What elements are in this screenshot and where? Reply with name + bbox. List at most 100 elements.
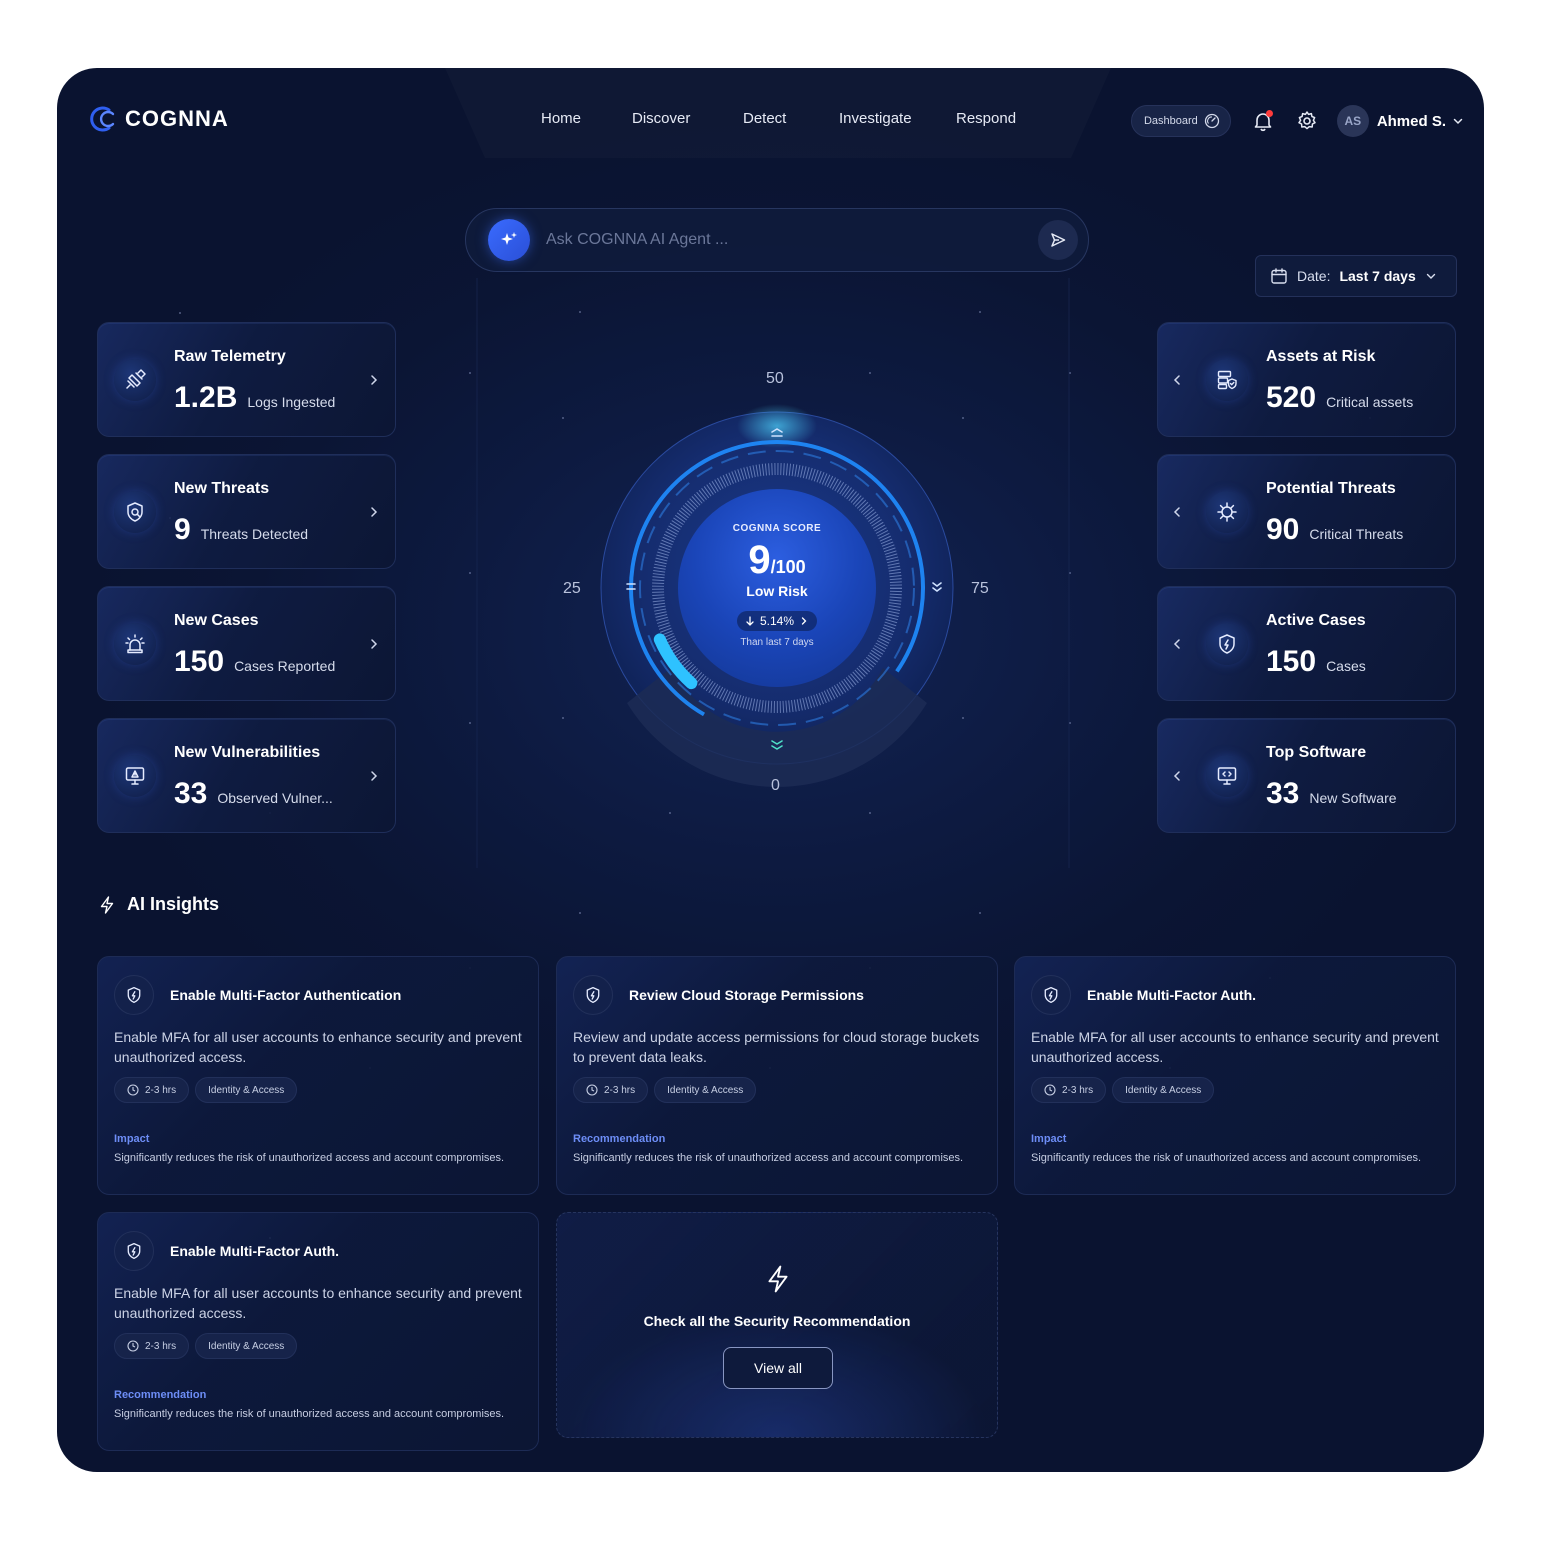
- stat-title: New Vulnerabilities: [174, 744, 321, 761]
- user-avatar[interactable]: AS: [1336, 105, 1369, 137]
- stat-card-potential-threats[interactable]: Potential Threats 90 Critical Threats: [1157, 454, 1456, 569]
- score-summary: COGNNA SCORE 9/100 Low Risk 5.14% Than l…: [677, 523, 877, 648]
- date-filter-prefix: Date:: [1297, 268, 1331, 284]
- ai-insights-title: AI Insights: [127, 894, 220, 914]
- insight-card[interactable]: Enable Multi-Factor Auth. Enable MFA for…: [1014, 956, 1456, 1195]
- stat-card-new-vulnerabilities[interactable]: New Vulnerabilities 33 Observed Vulner...: [97, 718, 396, 833]
- nav-investigate[interactable]: Investigate: [839, 110, 912, 127]
- insight-text: Significantly reduces the risk of unauth…: [114, 1152, 505, 1164]
- time-estimate-chip: 2-3 hrs: [114, 1333, 190, 1359]
- ai-sparkle-icon: [488, 219, 530, 261]
- chevron-left-icon[interactable]: [1170, 637, 1184, 651]
- chevron-left-icon[interactable]: [1170, 373, 1184, 387]
- view-all-recommendations-card: Check all the Security Recommendation Vi…: [556, 1212, 998, 1438]
- stat-card-top-software[interactable]: Top Software 33 New Software: [1157, 718, 1456, 833]
- top-navigation: Home Discover Detect Investigate Respond: [445, 68, 1111, 158]
- brand-logo[interactable]: COGNNA: [87, 104, 229, 134]
- insight-card[interactable]: Review Cloud Storage Permissions Review …: [556, 956, 998, 1195]
- shield-bolt-icon: [573, 975, 613, 1015]
- chevron-left-icon[interactable]: [1170, 769, 1184, 783]
- stat-subtitle: Cases Reported: [234, 658, 336, 674]
- insight-title: Enable Multi-Factor Auth.: [1087, 987, 1257, 1003]
- insight-label: Recommendation: [573, 1133, 666, 1145]
- stat-title: Top Software: [1266, 744, 1367, 761]
- insight-description: Enable MFA for all user accounts to enha…: [1031, 1029, 1439, 1065]
- dashboard-button[interactable]: Dashboard: [1130, 105, 1231, 137]
- stat-card-raw-telemetry[interactable]: Raw Telemetry 1.2B Logs Ingested: [97, 322, 396, 437]
- gauge-label-top: 50: [766, 370, 784, 387]
- insight-title: Review Cloud Storage Permissions: [629, 987, 864, 1003]
- dashboard-label: Dashboard: [1143, 115, 1198, 127]
- clock-icon: [127, 1084, 139, 1096]
- score-title: COGNNA SCORE: [732, 523, 822, 534]
- notification-badge: [1265, 110, 1273, 117]
- category-chip: Identity & Access: [1112, 1077, 1215, 1103]
- insight-text: Significantly reduces the risk of unauth…: [114, 1408, 505, 1420]
- stat-value: 33: [174, 777, 208, 810]
- chevron-right-icon[interactable]: [367, 769, 381, 783]
- stat-card-assets-at-risk[interactable]: Assets at Risk 520 Critical assets: [1157, 322, 1456, 437]
- monitor-code-icon: [1206, 755, 1248, 797]
- header-actions: Dashboard AS Ahmed S.: [1130, 104, 1464, 138]
- time-estimate: 2-3 hrs: [145, 1340, 177, 1352]
- time-estimate: 2-3 hrs: [604, 1084, 636, 1096]
- stat-title: New Threats: [174, 480, 270, 497]
- virus-icon: [1206, 491, 1248, 533]
- stat-value: 9: [174, 513, 191, 546]
- shield-bolt-icon: [1206, 623, 1248, 665]
- insight-label: Recommendation: [114, 1389, 207, 1401]
- stat-card-new-cases[interactable]: New Cases 150 Cases Reported: [97, 586, 396, 701]
- time-estimate: 2-3 hrs: [1062, 1084, 1094, 1096]
- time-estimate-chip: 2-3 hrs: [1031, 1077, 1107, 1103]
- ai-agent-input[interactable]: [546, 231, 1038, 249]
- date-filter-value: Last 7 days: [1339, 268, 1416, 284]
- score-delta-badge[interactable]: 5.14%: [736, 611, 818, 631]
- nav-discover[interactable]: Discover: [632, 110, 690, 127]
- clock-icon: [1044, 1084, 1056, 1096]
- satellite-icon: [114, 359, 156, 401]
- shield-bolt-icon: [114, 1231, 154, 1271]
- shield-bolt-icon: [114, 975, 154, 1015]
- cognna-logo-icon: [90, 106, 115, 132]
- nav-home[interactable]: Home: [541, 110, 581, 127]
- insight-card[interactable]: Enable Multi-Factor Authentication Enabl…: [97, 956, 539, 1195]
- category-chip: Identity & Access: [654, 1077, 757, 1103]
- stat-card-active-cases[interactable]: Active Cases 150 Cases: [1157, 586, 1456, 701]
- view-all-button[interactable]: View all: [723, 1347, 833, 1389]
- stat-value: 1.2B: [174, 381, 238, 414]
- date-filter-dropdown[interactable]: Date: Last 7 days: [1255, 255, 1457, 297]
- stat-value: 520: [1266, 381, 1317, 414]
- insight-text: Significantly reduces the risk of unauth…: [573, 1152, 964, 1164]
- stat-title: Active Cases: [1266, 612, 1366, 629]
- chevron-right-icon: [801, 617, 807, 625]
- chevron-down-icon: [1426, 273, 1435, 279]
- insight-title: Enable Multi-Factor Auth.: [170, 1243, 340, 1259]
- insight-label: Impact: [1031, 1133, 1067, 1145]
- clock-icon: [127, 1340, 139, 1352]
- stat-value: 33: [1266, 777, 1300, 810]
- chevron-down-icon[interactable]: [1452, 115, 1464, 127]
- chevron-left-icon[interactable]: [1170, 505, 1184, 519]
- insight-card[interactable]: Enable Multi-Factor Auth. Enable MFA for…: [97, 1212, 539, 1451]
- send-button[interactable]: [1038, 220, 1078, 260]
- chevron-right-icon[interactable]: [367, 373, 381, 387]
- user-name[interactable]: Ahmed S.: [1377, 113, 1446, 130]
- insight-description: Enable MFA for all user accounts to enha…: [114, 1029, 522, 1065]
- time-estimate-chip: 2-3 hrs: [114, 1077, 190, 1103]
- stat-subtitle: Observed Vulner...: [217, 790, 333, 806]
- chevron-right-icon[interactable]: [367, 637, 381, 651]
- gauge-icon: [1204, 113, 1219, 129]
- chevron-right-icon[interactable]: [367, 505, 381, 519]
- settings-button[interactable]: [1293, 107, 1321, 135]
- notifications-button[interactable]: [1249, 107, 1277, 135]
- score-value: 9: [748, 538, 771, 582]
- server-shield-icon: [1206, 359, 1248, 401]
- nav-detect[interactable]: Detect: [743, 110, 786, 127]
- stat-card-new-threats[interactable]: New Threats 9 Threats Detected: [97, 454, 396, 569]
- stat-subtitle: Critical Threats: [1309, 526, 1404, 542]
- nav-respond[interactable]: Respond: [956, 110, 1016, 127]
- stat-subtitle: Threats Detected: [200, 526, 309, 542]
- arrow-down-icon: [746, 616, 754, 626]
- category-chip: Identity & Access: [195, 1077, 298, 1103]
- stat-subtitle: Logs Ingested: [247, 394, 336, 410]
